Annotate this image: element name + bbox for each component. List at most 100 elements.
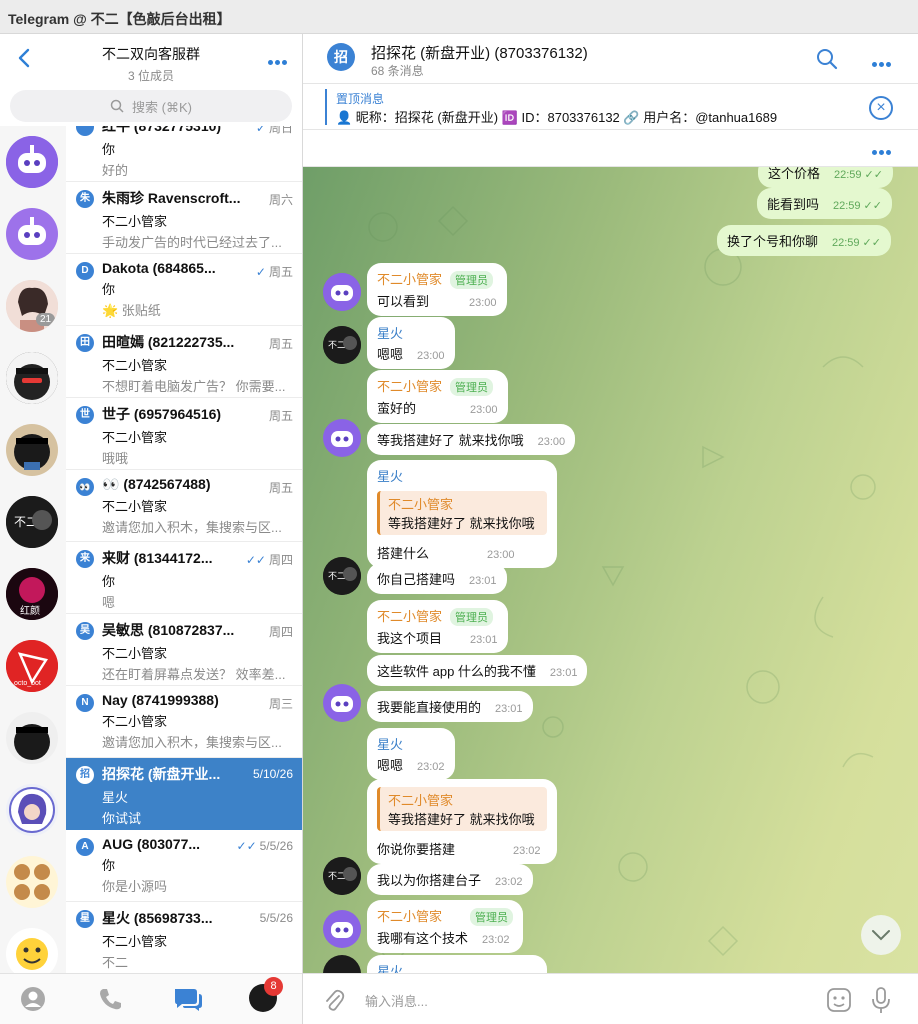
message-incoming[interactable]: 星火 嗯嗯 23:02 (367, 728, 455, 780)
chat-name: Dakota (684865... (102, 260, 216, 276)
chat-item[interactable]: 朱 朱雨珍 Ravenscroft... 周六 不二小管家 手动发广告的时代已经… (66, 182, 302, 254)
chat-sender: 星火 (102, 790, 129, 805)
chat-sender: 你 (102, 574, 116, 589)
robot-avatar[interactable] (323, 910, 361, 948)
close-pinned-icon[interactable]: × (869, 96, 893, 120)
message-incoming[interactable]: 你自己搭建吗 23:01 (367, 563, 507, 594)
sender-name: 不二小管家 管理员 (377, 376, 498, 396)
message-reply[interactable]: 星火 不二小管家 等我搭建好了 就来找你哦 搭建什么 23:00 (367, 460, 557, 568)
message-incoming[interactable]: 不二小管家 管理员 蛮好的 23:00 (367, 370, 508, 423)
group-member-count: 3 位成员 (127, 69, 174, 83)
sender-name: 星火 (377, 964, 404, 973)
more-icon[interactable] (872, 142, 896, 155)
chat-preview: 不想盯着电脑发广告？ 你需要... (102, 379, 286, 394)
message-input[interactable]: 输入消息... (365, 991, 428, 1010)
double-check-icon: ✓✓ (863, 200, 882, 212)
brand-avatar[interactable]: 不二 (323, 326, 361, 364)
message-outgoing[interactable]: 这个价格 22:59 ✓✓ (758, 167, 893, 188)
sender-name: 星火 (377, 737, 404, 752)
message-time: 22:59 (832, 237, 860, 249)
robot-avatar[interactable] (6, 208, 58, 260)
message-incoming[interactable]: 等我搭建好了 就来找你哦 23:00 (367, 424, 576, 455)
phone-icon[interactable] (97, 986, 123, 1012)
message-incoming[interactable]: 不二小管家 管理员 我这个项目 23:01 (367, 600, 508, 653)
conversation-title[interactable]: 招探花 (新盘开业) (8703376132) (371, 42, 588, 63)
chat-date: 周五 (268, 337, 293, 351)
robot-avatar[interactable] (323, 419, 361, 457)
brand-avatar[interactable]: 不二 (323, 857, 361, 895)
chat-item[interactable]: 👀 👀 (8742567488) 周五 不二小管家 邀请您加入积木，集搜索与区.… (66, 470, 302, 542)
message-outgoing[interactable]: 能看到吗 22:59 ✓✓ (757, 188, 892, 219)
red-glow-avatar[interactable]: 红颜 (6, 568, 58, 620)
robot-avatar[interactable] (323, 273, 361, 311)
more-icon[interactable] (266, 52, 290, 65)
quoted-message[interactable]: 不二小管家 等我搭建好了 就来找你哦 (377, 491, 547, 535)
emoji-avatar[interactable] (6, 928, 58, 973)
back-arrow-icon[interactable] (14, 46, 36, 70)
more-icon[interactable] (872, 54, 896, 67)
message-incoming[interactable]: 这些软件 app 什么的我不懂 23:01 (367, 655, 588, 686)
message-incoming[interactable]: 星火 嗯嗯 23:00 (367, 317, 455, 369)
robot-avatar[interactable] (323, 684, 361, 722)
message-text: 嗯嗯 (377, 347, 404, 362)
chat-item[interactable]: 来 来财 (81344172... ✓✓ 周四 你 嗯 (66, 542, 302, 614)
group-header: 不二双向客服群 3 位成员 (0, 34, 302, 90)
brand-avatar[interactable]: 不二 (323, 557, 361, 595)
chat-item[interactable]: 星 星火 (85698733... 5/5/26 不二小管家 不二 (66, 902, 302, 973)
double-check-icon: ✓✓ (862, 237, 881, 249)
tron-avatar[interactable]: octo_bot (6, 640, 58, 692)
chat-item-selected[interactable]: 招 招探花 (新盘开业... 5/10/26 星火 你试试 (66, 758, 302, 830)
message-incoming[interactable]: 我要能直接使用的 23:01 (367, 691, 533, 722)
chat-item[interactable]: N Nay (8741999388) 周三 不二小管家 邀请您加入积木，集搜索与… (66, 686, 302, 758)
scroll-down-button[interactable] (861, 915, 901, 955)
anime-avatar[interactable] (6, 784, 58, 836)
portrait-avatar[interactable]: 21 (6, 280, 58, 332)
profile-icon[interactable] (20, 986, 46, 1012)
chat-badge: 田 (76, 334, 94, 352)
sticker-icon[interactable] (826, 987, 852, 1013)
message-outgoing[interactable]: 换了个号和你聊 22:59 ✓✓ (717, 225, 891, 256)
robot-avatar[interactable] (6, 136, 58, 188)
chat-badge: 招 (76, 766, 94, 784)
chat-badge: 星 (76, 910, 94, 928)
chats-icon[interactable] (172, 986, 204, 1012)
contact-avatar[interactable]: 招 (327, 43, 355, 71)
message-incoming[interactable]: 我以为你搭建台子 23:02 (367, 864, 533, 895)
chat-item[interactable]: D Dakota (684865... ✓ 周五 你 🌟 张贴纸 (66, 254, 302, 326)
chat-sender: 不二小管家 (102, 499, 168, 514)
chat-name: 星火 (85698733... (102, 910, 213, 926)
chat-sender: 不二小管家 (102, 358, 168, 373)
search-icon[interactable] (816, 48, 838, 70)
chat-date: ✓ 周五 (255, 265, 293, 279)
sender-name: 不二小管家 管理员 (377, 906, 514, 926)
chat-item[interactable]: 田 田暄嫣 (821222735... 周五 不二小管家 不想盯着电脑发广告？ … (66, 326, 302, 398)
message-time: 23:01 (549, 667, 578, 679)
chat-badge (76, 126, 94, 136)
hacker-avatar-2[interactable] (6, 712, 58, 764)
bottom-nav: 8 (0, 973, 302, 1024)
unread-badge: 8 (264, 977, 283, 996)
sticker-avatar[interactable] (6, 856, 58, 908)
brand-avatar[interactable]: 不二 (6, 496, 58, 548)
quoted-message[interactable]: 不二小管家 等我搭建好了 就来找你哦 (377, 787, 547, 831)
hat-avatar[interactable] (6, 352, 58, 404)
microphone-icon[interactable] (871, 986, 891, 1014)
pinned-message[interactable]: 置顶消息 👤 昵称：招探花 (新盘开业) 🆔 ID：8703376132 🔗 用… (303, 84, 918, 130)
hacker-avatar[interactable] (6, 424, 58, 476)
chat-item[interactable]: 吴 吴敏思 (810872837... 周四 不二小管家 还在盯着屏幕点发送？ … (66, 614, 302, 686)
chat-preview: 邀请您加入积木，集搜索与区... (102, 735, 282, 750)
chat-name: 招探花 (新盘开业... (102, 766, 221, 782)
message-incoming[interactable]: 星火 (367, 955, 547, 973)
chat-item[interactable]: A AUG (803077... ✓✓ 5/5/26 你 你是小源吗 (66, 830, 302, 902)
chat-item[interactable]: 红牛 (8732775310) ✓ 周日 你 好的 (66, 126, 302, 182)
message-incoming[interactable]: 不二小管家 管理员 可以看到 23:00 (367, 263, 507, 316)
search-input[interactable]: 搜索 (⌘K) (10, 90, 292, 122)
message-incoming[interactable]: 不二小管家 管理员 我哪有这个技术 23:02 (367, 900, 524, 953)
group-title[interactable]: 不二双向客服群 (0, 34, 302, 64)
chat-item[interactable]: 世 世子 (6957964516) 周五 不二小管家 哦哦 (66, 398, 302, 470)
message-text: 你自己搭建吗 (377, 572, 456, 587)
message-reply[interactable]: 不二小管家 等我搭建好了 就来找你哦 你说你要搭建 23:02 (367, 779, 557, 864)
chat-items: 红牛 (8732775310) ✓ 周日 你 好的 朱 朱雨珍 Ravenscro… (66, 126, 302, 973)
attach-icon[interactable] (323, 988, 345, 1012)
chat-list-panel: 不二双向客服群 3 位成员 搜索 (⌘K) 21 不二 红颜 octo_bot (0, 34, 303, 1024)
